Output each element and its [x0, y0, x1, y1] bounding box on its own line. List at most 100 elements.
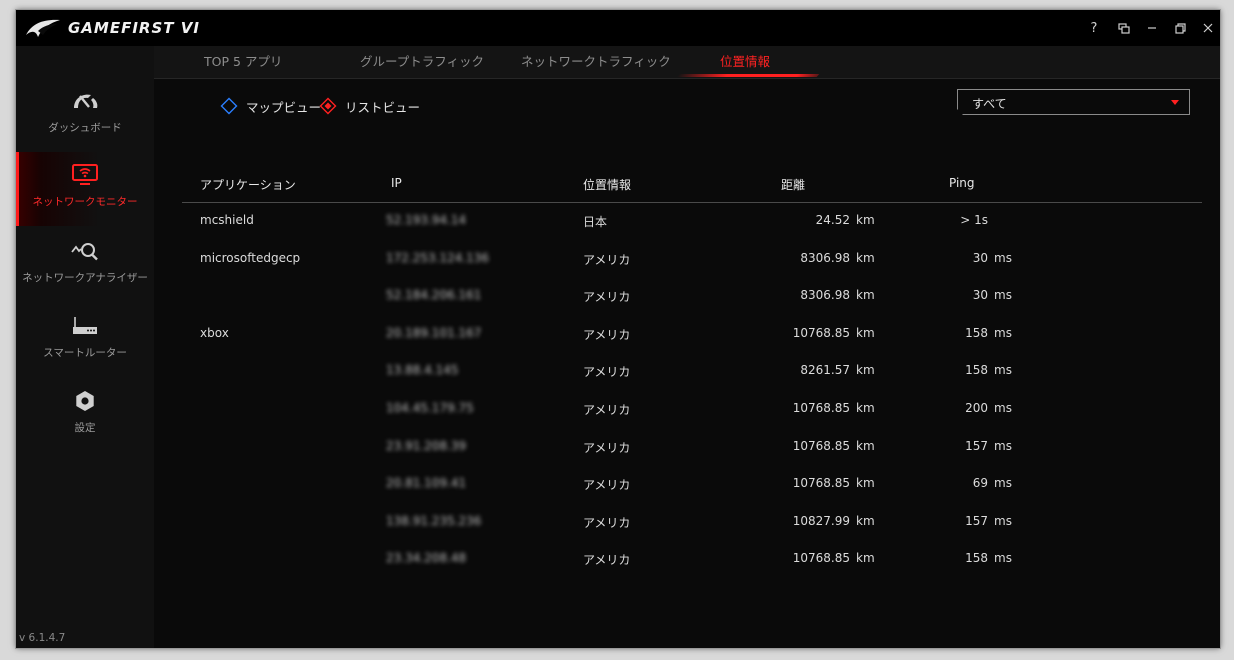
gauge-icon: [74, 94, 98, 108]
cell-ip: 52.184.206.161: [386, 288, 482, 303]
cell-ip: 23.34.208.48: [386, 551, 467, 566]
cell-ping: 69: [972, 476, 988, 491]
sidebar-item-smart-router[interactable]: スマートルーター: [16, 303, 154, 377]
cell-distance-unit: km: [856, 438, 875, 453]
minimize-button[interactable]: [1140, 16, 1164, 40]
table-row[interactable]: 20.81.109.41 アメリカ 10768.85 km 69 ms: [182, 476, 1202, 513]
cell-ping: > 1s: [960, 213, 988, 227]
help-icon: ?: [1090, 20, 1098, 36]
restore-button[interactable]: [1168, 16, 1192, 40]
header-location: 位置情報: [583, 178, 632, 192]
sidebar-item-settings[interactable]: 設定: [16, 378, 154, 452]
tab-group-traffic[interactable]: グループトラフィック: [360, 46, 484, 78]
cell-location: アメリカ: [583, 403, 631, 417]
close-icon: [1203, 23, 1213, 33]
cell-ping-unit: ms: [994, 476, 1012, 491]
monitor-wifi-icon: [72, 164, 98, 185]
cell-location: アメリカ: [583, 290, 631, 305]
cell-ping-unit: ms: [994, 250, 1012, 265]
sidebar-item-label: 設定: [74, 422, 96, 434]
cell-distance: 10768.85: [792, 438, 850, 453]
close-button[interactable]: [1196, 16, 1220, 40]
header-ping: Ping: [949, 176, 975, 190]
cell-distance-unit: km: [856, 325, 875, 340]
sidebar-item-network-analyzer[interactable]: ネットワークアナライザー: [16, 228, 154, 302]
mini-mode-icon: [1118, 22, 1130, 34]
sidebar: ダッシュボード ネットワークモニター ネットワークアナライザー スマートルーター…: [16, 46, 154, 648]
cell-distance-unit: km: [856, 213, 875, 227]
cell-location: アメリカ: [583, 515, 631, 530]
cell-application: mcshield: [200, 213, 254, 227]
sidebar-item-network-monitor[interactable]: ネットワークモニター: [16, 152, 154, 226]
cell-ping: 157: [965, 438, 988, 453]
cell-ping: 157: [965, 513, 988, 528]
dropdown-arrow-icon: [1171, 100, 1179, 105]
cell-distance-unit: km: [856, 551, 875, 566]
table-header: アプリケーション IP 位置情報 距離 Ping: [182, 166, 1202, 203]
cell-ip: 52.193.94.14: [386, 213, 467, 227]
cell-ping: 158: [965, 325, 988, 340]
header-ip: IP: [391, 176, 402, 190]
cell-distance-unit: km: [856, 401, 875, 415]
cell-ping-unit: ms: [994, 363, 1012, 378]
sidebar-item-dashboard[interactable]: ダッシュボード: [16, 78, 154, 152]
table-row[interactable]: mcshield 52.193.94.14 日本 24.52 km > 1s: [182, 213, 1202, 250]
map-view-option[interactable]: マップビュー: [220, 96, 321, 116]
tab-bar: TOP 5 アプリ グループトラフィック ネットワークトラフィック 位置情報: [154, 46, 1220, 79]
restore-icon: [1174, 22, 1186, 34]
sidebar-item-label: ダッシュボード: [48, 122, 122, 134]
table-row[interactable]: 23.34.208.48 アメリカ 10768.85 km 158 ms: [182, 551, 1202, 588]
cell-ping: 30: [972, 250, 988, 265]
table-row[interactable]: 138.91.235.236 アメリカ 10827.99 km 157 ms: [182, 514, 1202, 551]
mini-mode-button[interactable]: [1112, 16, 1136, 40]
cell-ping: 200: [965, 401, 988, 415]
cell-distance: 8261.57: [800, 363, 850, 378]
app-window: GAMEFIRST VI ? ダッシュボード ネットワークモニター ネットワーク…: [16, 10, 1220, 648]
tab-network-traffic[interactable]: ネットワークトラフィック: [521, 46, 671, 78]
list-view-option[interactable]: リストビュー: [319, 96, 420, 116]
cell-ip: 172.253.124.136: [386, 250, 490, 265]
cell-location: アメリカ: [583, 252, 631, 267]
cell-ping-unit: ms: [994, 438, 1012, 453]
table-row[interactable]: 23.91.208.39 アメリカ 10768.85 km 157 ms: [182, 439, 1202, 476]
cell-location: 日本: [583, 215, 608, 229]
cell-distance: 24.52: [815, 213, 850, 227]
table-row[interactable]: 52.184.206.161 アメリカ 8306.98 km 30 ms: [182, 288, 1202, 325]
cell-ip: 13.88.4.145: [386, 363, 459, 378]
table-row[interactable]: xbox 20.189.101.167 アメリカ 10768.85 km 158 ms: [182, 326, 1202, 363]
minimize-icon: [1148, 27, 1156, 29]
cell-application: microsoftedgecp: [200, 250, 301, 265]
filter-dropdown[interactable]: すべて: [957, 89, 1190, 115]
table-row[interactable]: 104.45.179.75 アメリカ 10768.85 km 200 ms: [182, 401, 1202, 438]
cell-distance-unit: km: [856, 476, 875, 491]
active-tab-indicator: [676, 74, 820, 77]
cell-distance: 10827.99: [792, 513, 850, 528]
router-icon: [73, 317, 97, 334]
cell-ip: 23.91.208.39: [386, 438, 467, 453]
list-view-label: リストビュー: [345, 99, 421, 115]
app-title: GAMEFIRST VI: [68, 19, 200, 37]
cell-location: アメリカ: [583, 365, 631, 380]
cell-location: アメリカ: [583, 478, 631, 493]
cell-ping-unit: ms: [994, 325, 1012, 340]
diamond-outline-icon: [220, 97, 238, 115]
diamond-selected-icon: [319, 97, 337, 115]
cell-ping-unit: ms: [994, 513, 1012, 528]
cell-ip: 138.91.235.236: [386, 513, 482, 528]
help-button[interactable]: ?: [1082, 16, 1106, 40]
cell-ip: 20.81.109.41: [386, 476, 467, 491]
cell-ping-unit: ms: [994, 401, 1012, 415]
table-row[interactable]: microsoftedgecp 172.253.124.136 アメリカ 8306.9…: [182, 251, 1202, 288]
cell-ping: 158: [965, 363, 988, 378]
cell-ping-unit: ms: [994, 288, 1012, 303]
cell-ip: 104.45.179.75: [386, 401, 474, 415]
main-content: TOP 5 アプリ グループトラフィック ネットワークトラフィック 位置情報 マ…: [154, 46, 1220, 648]
title-bar: GAMEFIRST VI ?: [16, 10, 1220, 46]
table-row[interactable]: 13.88.4.145 アメリカ 8261.57 km 158 ms: [182, 363, 1202, 400]
cell-ping: 30: [972, 288, 988, 303]
cell-location: アメリカ: [583, 553, 631, 568]
app-logo: GAMEFIRST VI: [24, 16, 200, 40]
cell-application: xbox: [200, 325, 229, 340]
map-view-label: マップビュー: [246, 99, 322, 115]
tab-top5-apps[interactable]: TOP 5 アプリ: [204, 46, 282, 78]
